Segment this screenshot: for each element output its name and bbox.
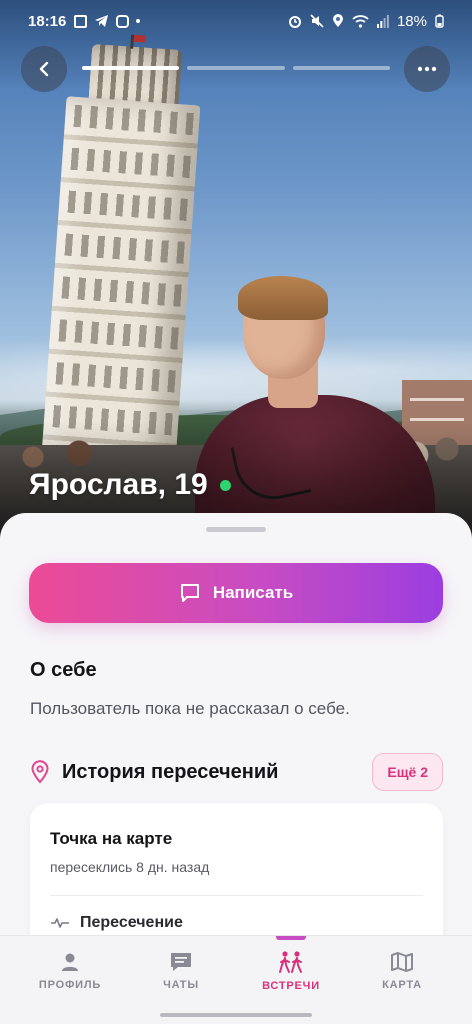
about-title: О себе — [30, 659, 97, 681]
nav-chats-label: ЧАТЫ — [163, 979, 199, 991]
person-icon — [62, 953, 78, 971]
nav-meetings[interactable]: ВСТРЕЧИ — [232, 936, 350, 1006]
history-more-button[interactable]: Ещё 2 — [372, 753, 443, 791]
nav-profile[interactable]: ПРОФИЛЬ — [11, 936, 129, 1006]
encounter-title: Точка на карте — [50, 829, 173, 848]
encounter-row-label: Пересечение — [80, 914, 183, 931]
meetings-icon — [279, 951, 302, 973]
photo-progress-segment-2 — [187, 66, 285, 70]
system-icons: 18% — [288, 13, 444, 30]
leaning-tower — [32, 34, 212, 485]
battery-icon — [435, 14, 444, 28]
nav-map[interactable]: КАРТА — [343, 936, 461, 1006]
sheet-drag-handle[interactable] — [206, 527, 266, 532]
pulse-icon — [51, 918, 69, 928]
gallery-icon — [74, 14, 88, 28]
write-message-label: Написать — [212, 583, 294, 602]
nav-chats[interactable]: ЧАТЫ — [122, 936, 240, 1006]
online-indicator — [219, 479, 231, 491]
nav-map-label: КАРТА — [382, 979, 422, 991]
profile-name: Ярослав, 19 — [29, 468, 208, 501]
telegram-icon — [95, 15, 109, 27]
notification-icons — [74, 14, 141, 28]
more-horizontal-icon — [417, 66, 437, 72]
map-icon — [391, 952, 413, 972]
chat-icon — [171, 953, 191, 971]
status-time: 18:16 — [28, 12, 67, 30]
photo-progress-segment-3 — [292, 66, 390, 70]
app-icon — [116, 14, 130, 28]
active-tab-indicator — [276, 936, 306, 940]
more-options-button[interactable] — [404, 46, 450, 92]
status-bar: 18:16 18% — [0, 0, 472, 42]
battery-level: 18% — [396, 12, 427, 30]
profile-photo[interactable] — [0, 0, 472, 540]
history-title: История пересечений — [62, 760, 279, 783]
nav-meetings-label: ВСТРЕЧИ — [262, 980, 320, 992]
nav-profile-label: ПРОФИЛЬ — [38, 979, 102, 991]
system-home-indicator[interactable] — [160, 1013, 312, 1017]
chevron-left-icon — [39, 61, 49, 77]
bottom-navigation: ПРОФИЛЬ ЧАТЫ ВСТРЕЧИ КАРТА — [0, 935, 472, 1024]
card-divider — [50, 895, 423, 896]
more-notifications-dot — [136, 19, 141, 23]
location-icon — [332, 14, 343, 27]
photo-progress-segment-1 — [82, 66, 180, 70]
back-button[interactable] — [21, 46, 67, 92]
alarm-icon — [288, 16, 301, 28]
write-message-button[interactable]: Написать — [29, 563, 443, 623]
person-hair — [238, 276, 328, 320]
signal-icon — [376, 14, 389, 28]
encounter-row: Пересечение — [50, 914, 183, 932]
profile-name-row: Ярослав, 19 — [29, 468, 231, 502]
encounter-subtitle: пересеклись 8 дн. назад — [50, 859, 210, 875]
message-icon — [180, 584, 199, 602]
history-header: История пересечений Ещё 2 — [30, 751, 443, 793]
map-pin-icon — [31, 760, 49, 784]
wifi-icon — [352, 14, 369, 28]
mute-icon — [310, 14, 324, 28]
about-text: Пользователь пока не рассказал о себе. — [30, 699, 350, 718]
photo-progress — [82, 66, 390, 70]
